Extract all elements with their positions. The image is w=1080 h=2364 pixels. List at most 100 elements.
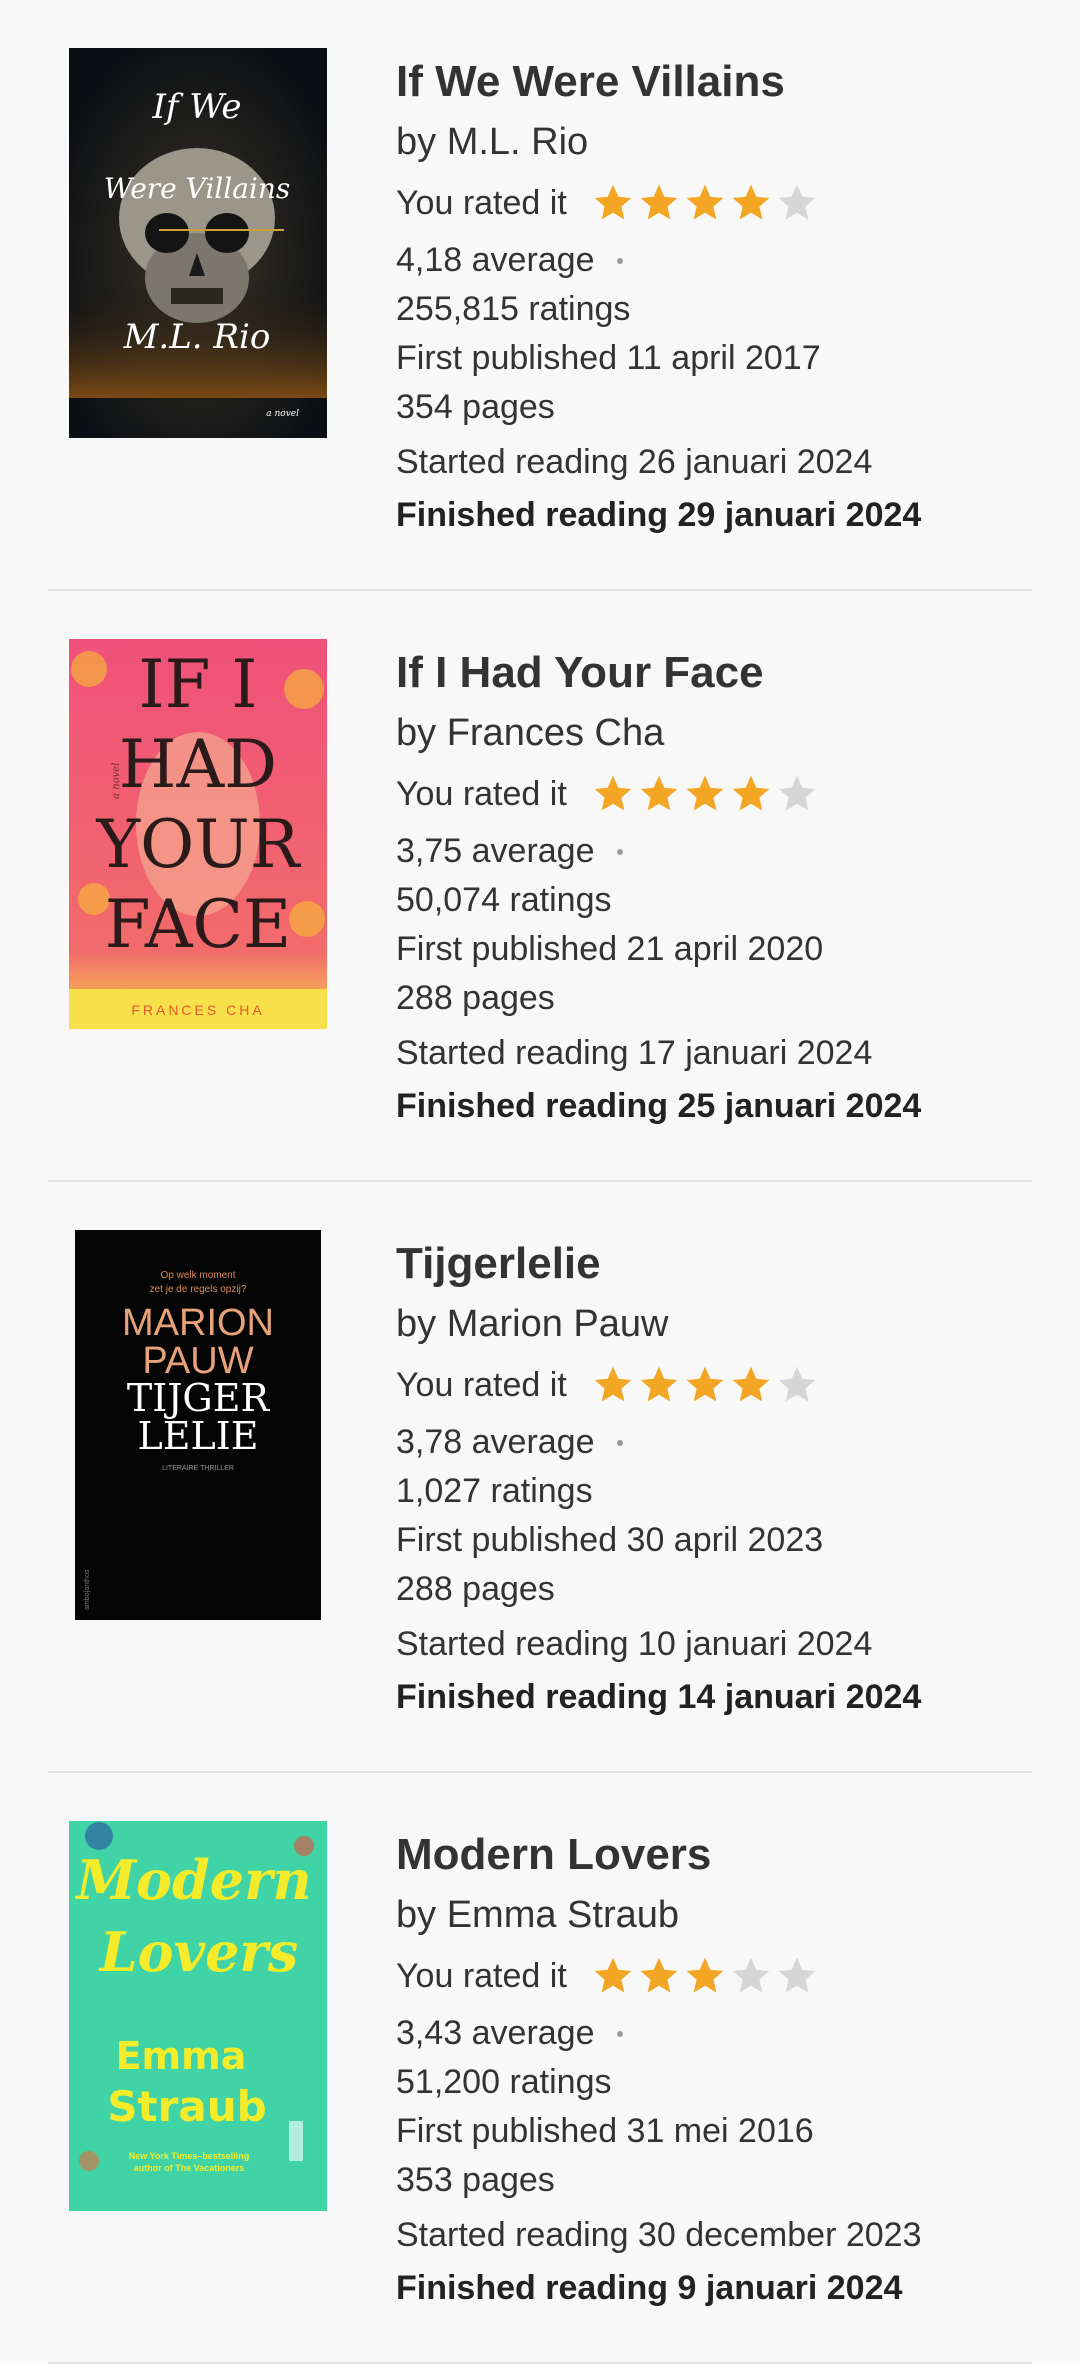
book-details: If I Had Your Face by Frances Cha You ra…	[396, 639, 1040, 1134]
star-filled-icon[interactable]	[729, 772, 773, 816]
user-rating: You rated it	[396, 761, 1040, 827]
star-filled-icon[interactable]	[729, 181, 773, 225]
book-title[interactable]: If I Had Your Face	[396, 639, 1040, 707]
book-list: If We Were Villains M.L. Rio a novel If …	[0, 0, 1080, 2364]
first-published: First published 30 april 2023	[396, 1521, 824, 1559]
user-rating: You rated it	[396, 1352, 1040, 1418]
star-filled-icon[interactable]	[637, 1954, 681, 1998]
star-filled-icon[interactable]	[637, 772, 681, 816]
star-filled-icon[interactable]	[591, 1363, 635, 1407]
average-rating: 3,43 average	[396, 2009, 1040, 2058]
book-title[interactable]: Modern Lovers	[396, 1821, 1040, 1889]
average-text: 4,18 average	[396, 241, 595, 279]
started-reading: Started reading 10 januari 2024	[396, 1625, 873, 1663]
average-rating: 3,75 average	[396, 827, 1040, 876]
star-filled-icon[interactable]	[683, 181, 727, 225]
star-filled-icon[interactable]	[683, 1954, 727, 1998]
svg-text:M.L. Rio: M.L. Rio	[123, 317, 271, 357]
book-item[interactable]: Modern Lovers Emma Straub New York Times…	[0, 1773, 1080, 2364]
page-count: 288 pages	[396, 979, 555, 1017]
rated-label: You rated it	[396, 774, 567, 813]
book-details: Modern Lovers by Emma Straub You rated i…	[396, 1821, 1040, 2316]
svg-text:a novel: a novel	[111, 763, 122, 799]
star-filled-icon[interactable]	[637, 181, 681, 225]
finished-reading: Finished reading 29 januari 2024	[396, 496, 922, 534]
book-author[interactable]: by M.L. Rio	[396, 114, 1040, 170]
book-details: If We Were Villains by M.L. Rio You rate…	[396, 48, 1040, 543]
svg-text:FRANCES CHA: FRANCES CHA	[131, 1002, 264, 1018]
star-filled-icon[interactable]	[729, 1363, 773, 1407]
svg-text:zet je de regels opzij?: zet je de regels opzij?	[150, 1284, 247, 1295]
star-empty-icon[interactable]	[775, 1363, 819, 1407]
svg-text:author of The Vacationers: author of The Vacationers	[134, 2163, 245, 2173]
svg-text:LITERAIRE THRILLER: LITERAIRE THRILLER	[162, 1465, 234, 1472]
book-item[interactable]: Op welk moment zet je de regels opzij? M…	[0, 1182, 1080, 1773]
star-empty-icon[interactable]	[775, 181, 819, 225]
star-rating[interactable]	[591, 772, 819, 816]
rated-label: You rated it	[396, 1365, 567, 1404]
page-count: 353 pages	[396, 2161, 555, 2199]
svg-text:YOUR: YOUR	[96, 806, 302, 883]
rated-label: You rated it	[396, 1956, 567, 1995]
finished-reading: Finished reading 9 januari 2024	[396, 2269, 903, 2307]
separator-dot-icon	[616, 257, 623, 264]
average-rating: 3,78 average	[396, 1418, 1040, 1467]
book-cover[interactable]: Modern Lovers Emma Straub New York Times…	[69, 1821, 327, 2211]
finished-reading: Finished reading 25 januari 2024	[396, 1087, 922, 1125]
cover-art-modern-lovers: Modern Lovers Emma Straub New York Times…	[69, 1821, 327, 2211]
svg-text:Straub: Straub	[107, 2082, 266, 2131]
average-text: 3,78 average	[396, 1423, 595, 1461]
started-reading: Started reading 26 januari 2024	[396, 443, 873, 481]
ratings-count: 50,074 ratings	[396, 881, 612, 919]
svg-text:Were Villains: Were Villains	[104, 172, 291, 205]
finished-reading: Finished reading 14 januari 2024	[396, 1678, 922, 1716]
ratings-count: 1,027 ratings	[396, 1472, 593, 1510]
ratings-count: 51,200 ratings	[396, 2063, 612, 2101]
book-title[interactable]: Tijgerlelie	[396, 1230, 1040, 1298]
star-filled-icon[interactable]	[683, 772, 727, 816]
book-item[interactable]: IF I HAD YOUR FACE FRANCES CHA a novel I…	[0, 591, 1080, 1182]
page-count: 288 pages	[396, 1570, 555, 1608]
cover-art-villains: If We Were Villains M.L. Rio a novel	[69, 48, 327, 438]
book-item[interactable]: If We Were Villains M.L. Rio a novel If …	[0, 0, 1080, 591]
book-author[interactable]: by Marion Pauw	[396, 1296, 1040, 1352]
star-filled-icon[interactable]	[591, 181, 635, 225]
book-cover[interactable]: Op welk moment zet je de regels opzij? M…	[75, 1230, 321, 1620]
book-author[interactable]: by Frances Cha	[396, 705, 1040, 761]
star-rating[interactable]	[591, 1363, 819, 1407]
started-reading: Started reading 17 januari 2024	[396, 1034, 873, 1072]
first-published: First published 31 mei 2016	[396, 2112, 814, 2150]
star-empty-icon[interactable]	[775, 1954, 819, 1998]
svg-text:New York Times–bestselling: New York Times–bestselling	[129, 2151, 250, 2161]
star-filled-icon[interactable]	[637, 1363, 681, 1407]
svg-text:LELIE: LELIE	[138, 1414, 259, 1458]
first-published: First published 21 april 2020	[396, 930, 824, 968]
rated-label: You rated it	[396, 183, 567, 222]
star-filled-icon[interactable]	[683, 1363, 727, 1407]
separator-dot-icon	[616, 1439, 623, 1446]
svg-text:a novel: a novel	[266, 409, 299, 419]
book-author[interactable]: by Emma Straub	[396, 1887, 1040, 1943]
user-rating: You rated it	[396, 1943, 1040, 2009]
star-rating[interactable]	[591, 1954, 819, 1998]
average-text: 3,43 average	[396, 2014, 595, 2052]
svg-text:If We: If We	[151, 87, 241, 127]
star-empty-icon[interactable]	[775, 772, 819, 816]
user-rating: You rated it	[396, 170, 1040, 236]
svg-text:FACE: FACE	[105, 886, 291, 963]
average-rating: 4,18 average	[396, 236, 1040, 285]
svg-text:ambo|anthos: ambo|anthos	[84, 1569, 91, 1610]
star-filled-icon[interactable]	[591, 1954, 635, 1998]
star-empty-icon[interactable]	[729, 1954, 773, 1998]
book-cover[interactable]: IF I HAD YOUR FACE FRANCES CHA a novel	[69, 639, 327, 1029]
average-text: 3,75 average	[396, 832, 595, 870]
star-rating[interactable]	[591, 181, 819, 225]
star-filled-icon[interactable]	[591, 772, 635, 816]
book-title[interactable]: If We Were Villains	[396, 48, 1040, 116]
book-cover[interactable]: If We Were Villains M.L. Rio a novel	[69, 48, 327, 438]
svg-text:MARION: MARION	[122, 1302, 274, 1344]
cover-art-face: IF I HAD YOUR FACE FRANCES CHA a novel	[69, 639, 327, 1029]
page-count: 354 pages	[396, 388, 555, 426]
svg-text:Lovers: Lovers	[98, 1920, 299, 1984]
svg-text:Emma: Emma	[116, 2034, 247, 2078]
